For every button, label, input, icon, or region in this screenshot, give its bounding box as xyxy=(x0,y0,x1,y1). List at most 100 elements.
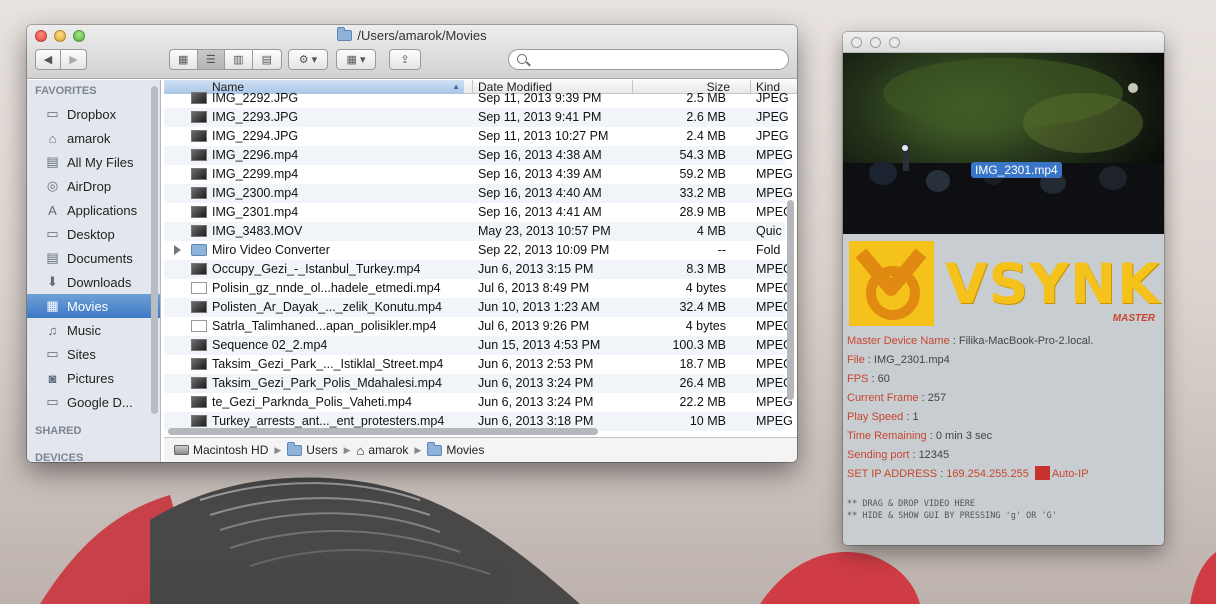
icon-view-icon[interactable]: ▦ xyxy=(170,50,198,69)
sidebar-item-dropbox[interactable]: ▭ Dropbox xyxy=(27,102,160,126)
sidebar-item-airdrop[interactable]: ◎ AirDrop xyxy=(27,174,160,198)
table-row[interactable]: IMG_2292.JPG Sep 11, 2013 9:39 PM 2.5 MB JP… xyxy=(164,89,789,108)
table-row[interactable]: Miro Video Converter Sep 22, 2013 10:09 P… xyxy=(164,241,785,260)
back-forward-buttons: ◀ ▶ xyxy=(35,49,87,70)
sidebar-item-amarok[interactable]: ⌂ amarok xyxy=(27,126,160,150)
table-row[interactable]: IMG_2300.mp4 Sep 16, 2013 4:40 AM 33.2 MB M… xyxy=(164,184,793,203)
column-view-icon[interactable]: ▥ xyxy=(225,50,253,69)
info-line: Play Speed : 1 xyxy=(847,408,1093,427)
table-row[interactable]: Taksim_Gezi_Park_Polis_Mdahalesi.mp4 Jun … xyxy=(164,374,793,393)
cell-date: Sep 16, 2013 4:41 AM xyxy=(478,205,602,219)
table-row[interactable]: IMG_3483.MOV May 23, 2013 10:57 PM 4 MB Qui… xyxy=(164,222,785,241)
vsynk-logo xyxy=(849,241,934,326)
list-view-icon[interactable]: ☰ xyxy=(197,50,226,69)
table-row[interactable]: Occupy_Gezi_-_Istanbul_Turkey.mp4 Jun 6, … xyxy=(164,260,793,279)
path-item[interactable]: Movies xyxy=(427,441,484,457)
cell-kind: MPEG xyxy=(756,148,793,162)
sidebar-item-pictures[interactable]: ◙ Pictures xyxy=(27,366,160,390)
cell-date: Jun 6, 2013 3:15 PM xyxy=(478,262,594,276)
sidebar-item-google-d-[interactable]: ▭ Google D... xyxy=(27,390,160,414)
video-preview[interactable]: IMG_2301.mp4 xyxy=(843,53,1164,234)
path-separator-icon: ▶ xyxy=(414,444,422,455)
back-button[interactable]: ◀ xyxy=(36,50,62,69)
table-row[interactable]: te_Gezi_Parknda_Polis_Vaheti.mp4 Jun 6, 2… xyxy=(164,393,793,412)
arrange-icon: ▦ ▾ xyxy=(346,54,366,66)
cell-date: Sep 11, 2013 10:27 PM xyxy=(478,129,609,143)
cell-size: 2.4 MB xyxy=(686,129,726,143)
arrange-button[interactable]: ▦ ▾ xyxy=(336,49,376,70)
folder-icon xyxy=(427,441,443,456)
sidebar-item-all-my-files[interactable]: ▤ All My Files xyxy=(27,150,160,174)
cell-size: 28.9 MB xyxy=(679,205,726,219)
airdrop-icon: ◎ xyxy=(46,178,59,193)
zoom-button[interactable] xyxy=(889,37,900,48)
path-bar: Macintosh HD ▶ Users ▶ ⌂ amarok ▶ Movies xyxy=(164,437,797,462)
disclosure-triangle-icon[interactable] xyxy=(174,245,181,255)
table-row[interactable]: Polisin_gz_nnde_ol...hadele_etmedi.mp4 Ju… xyxy=(164,279,793,298)
sidebar-item-label: Documents xyxy=(67,250,133,266)
table-row[interactable]: IMG_2296.mp4 Sep 16, 2013 4:38 AM 54.3 MB M… xyxy=(164,146,793,165)
thumbnail-icon xyxy=(191,111,207,123)
cell-kind: JPEG xyxy=(756,91,789,105)
cell-size: 4 bytes xyxy=(685,319,726,333)
cell-size: 4 bytes xyxy=(685,281,726,295)
cell-size: 54.3 MB xyxy=(679,148,726,162)
file-list: Name ▲ Date Modified Size Kind IMG_2292.J… xyxy=(164,80,797,437)
sidebar-item-label: Sites xyxy=(67,346,96,362)
table-row[interactable]: IMG_2293.JPG Sep 11, 2013 9:41 PM 2.6 MB JP… xyxy=(164,108,789,127)
cell-size: 32.4 MB xyxy=(679,300,726,314)
cell-name: Taksim_Gezi_Park_..._Istiklal_Street.mp4 xyxy=(212,357,444,371)
sidebar-item-label: Google D... xyxy=(67,394,133,410)
music-icon: ♫ xyxy=(47,322,58,338)
cell-name: IMG_2301.mp4 xyxy=(212,205,299,219)
sidebar-item-music[interactable]: ♫ Music xyxy=(27,318,160,342)
thumbnail-icon xyxy=(191,415,207,427)
sidebar-item-label: Downloads xyxy=(67,274,132,290)
cell-size: 100.3 MB xyxy=(672,338,726,352)
mode-label: MASTER xyxy=(1112,313,1155,324)
table-row[interactable]: Satrla_Talimhaned...apan_polisikler.mp4 J… xyxy=(164,317,793,336)
info-separator: : xyxy=(909,449,919,461)
path-item-label: amarok xyxy=(368,443,409,457)
path-item[interactable]: Macintosh HD xyxy=(174,443,268,457)
movies-icon: ▦ xyxy=(46,298,59,313)
cell-date: Jul 6, 2013 8:49 PM xyxy=(478,281,590,295)
table-row[interactable]: IMG_2301.mp4 Sep 16, 2013 4:41 AM 28.9 MB M… xyxy=(164,203,793,222)
forward-button[interactable]: ▶ xyxy=(61,50,86,69)
thumbnail-icon xyxy=(191,301,207,313)
thumbnail-icon xyxy=(191,225,207,237)
minimize-button[interactable] xyxy=(870,37,881,48)
cover-flow-icon[interactable]: ▤ xyxy=(253,50,281,69)
table-row[interactable]: Taksim_Gezi_Park_..._Istiklal_Street.mp4… xyxy=(164,355,793,374)
sidebar-item-movies[interactable]: ▦ Movies xyxy=(27,294,160,318)
info-key: Master Device Name xyxy=(847,335,950,347)
horizontal-scrollbar[interactable] xyxy=(168,428,598,435)
action-gear-button[interactable]: ⚙ ▾ xyxy=(288,49,328,70)
sidebar-item-downloads[interactable]: ⬇ Downloads xyxy=(27,270,160,294)
folder-icon xyxy=(287,441,303,456)
sidebar-item-documents[interactable]: ▤ Documents xyxy=(27,246,160,270)
table-row[interactable]: Polisten_Ar_Dayak_..._zelik_Konutu.mp4 Ju… xyxy=(164,298,793,317)
path-item[interactable]: ⌂ amarok xyxy=(357,443,409,458)
cell-date: Sep 16, 2013 4:38 AM xyxy=(478,148,602,162)
info-separator: : xyxy=(949,335,959,347)
vertical-scrollbar[interactable] xyxy=(787,200,794,400)
table-row[interactable]: IMG_2294.JPG Sep 11, 2013 10:27 PM 2.4 MB J… xyxy=(164,127,789,146)
path-item[interactable]: Users xyxy=(287,441,338,457)
sidebar-scrollbar[interactable] xyxy=(151,86,158,414)
ip-address-field[interactable]: 169.254.255.255 xyxy=(946,468,1029,480)
auto-ip-toggle[interactable] xyxy=(1034,466,1050,480)
table-row[interactable]: IMG_2299.mp4 Sep 16, 2013 4:39 AM 59.2 MB M… xyxy=(164,165,793,184)
table-row[interactable]: Sequence 02_2.mp4 Jun 15, 2013 4:53 PM 100… xyxy=(164,336,793,355)
hard-drive-icon xyxy=(174,445,189,455)
sidebar-item-desktop[interactable]: ▭ Desktop xyxy=(27,222,160,246)
cell-size: 33.2 MB xyxy=(679,186,726,200)
info-value: IMG_2301.mp4 xyxy=(873,354,950,366)
sidebar-item-sites[interactable]: ▭ Sites xyxy=(27,342,160,366)
search-input[interactable] xyxy=(508,49,789,70)
close-button[interactable] xyxy=(851,37,862,48)
share-button[interactable]: ⇪ xyxy=(389,49,421,70)
info-key: Time Remaining xyxy=(847,430,927,442)
thumbnail-icon xyxy=(191,168,207,180)
sidebar-item-applications[interactable]: A Applications xyxy=(27,198,160,222)
